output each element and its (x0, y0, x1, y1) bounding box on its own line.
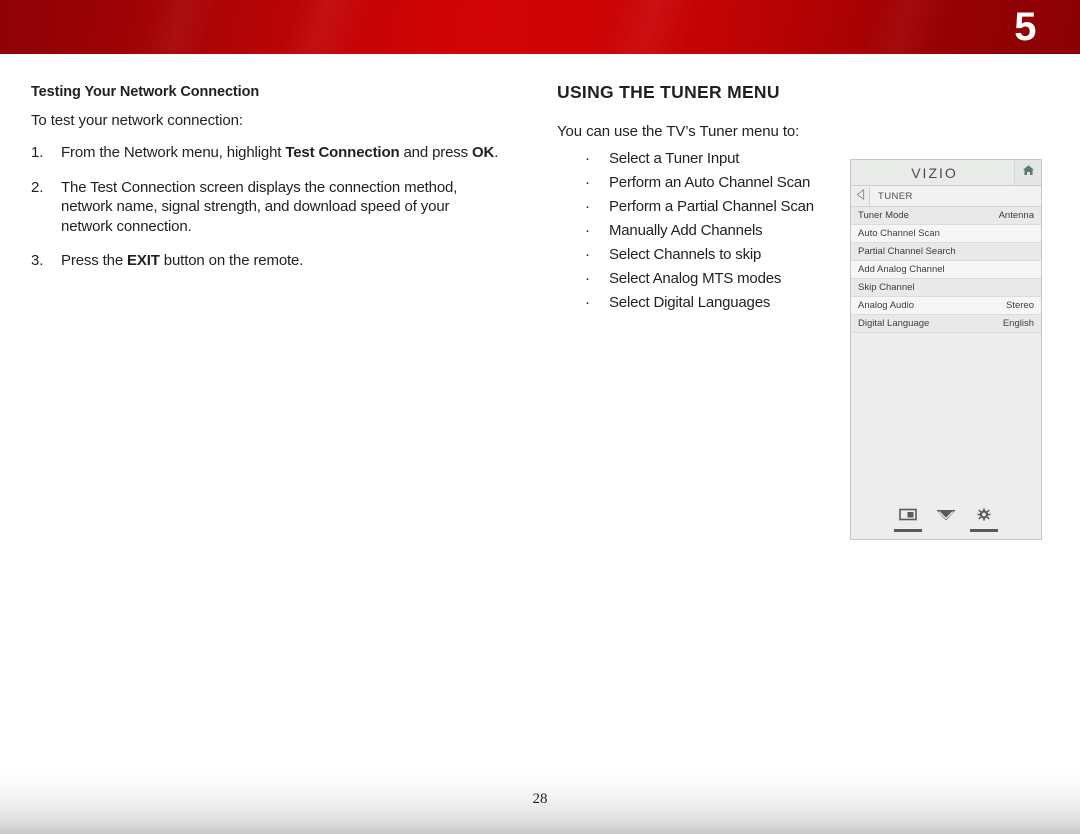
feature-list-item-label: Manually Add Channels (609, 222, 763, 239)
feature-bullet-list: · Select a Tuner Input · Perform an Auto Ch… (557, 147, 857, 315)
osd-menu-row-label: Add Analog Channel (858, 264, 945, 275)
feature-list-item: · Select a Tuner Input (557, 147, 857, 171)
osd-menu-row-label: Skip Channel (858, 282, 915, 293)
settings-button[interactable] (970, 508, 998, 532)
bullet-marker: · (585, 294, 590, 311)
osd-menu-rows: Tuner Mode Antenna Auto Channel Scan Partia… (851, 207, 1041, 333)
step-text: From the Network menu, highlight Test Co… (61, 144, 499, 161)
lead-paragraph: You can use the TV’s Tuner menu to: (557, 123, 800, 140)
feature-list-item: · Manually Add Channels (557, 219, 857, 243)
osd-menu-row[interactable]: Digital Language English (851, 315, 1041, 333)
feature-list-item-label: Select a Tuner Input (609, 150, 740, 167)
osd-menu-row-label: Partial Channel Search (858, 246, 956, 257)
feature-list-item: · Perform an Auto Channel Scan (557, 171, 857, 195)
osd-menu-row-label: Analog Audio (858, 300, 914, 311)
step-item: 1. From the Network menu, highlight Test … (31, 143, 501, 163)
feature-list-item-label: Select Analog MTS modes (609, 270, 782, 287)
osd-footer-toolbar (851, 501, 1041, 539)
feature-list-item-label: Perform an Auto Channel Scan (609, 174, 811, 191)
picture-mode-icon (898, 508, 918, 527)
step-number: 2. (31, 178, 44, 196)
osd-menu-row-label: Digital Language (858, 318, 930, 329)
step-item: 2. The Test Connection screen displays th… (31, 178, 501, 237)
osd-menu-row[interactable]: Skip Channel (851, 279, 1041, 297)
home-icon (1022, 164, 1035, 182)
chevron-double-down-icon (935, 508, 957, 528)
feature-list-item: · Perform a Partial Channel Scan (557, 195, 857, 219)
bullet-marker: · (585, 174, 590, 191)
osd-menu-row-label: Auto Channel Scan (858, 228, 940, 239)
picture-mode-underline (894, 529, 922, 532)
osd-breadcrumb: TUNER (851, 186, 1041, 207)
osd-menu-row-value: Stereo (1006, 300, 1034, 311)
osd-menu-row[interactable]: Tuner Mode Antenna (851, 207, 1041, 225)
chapter-number: 5 (1014, 5, 1036, 49)
osd-titlebar: VIZIO (851, 160, 1041, 186)
bullet-marker: · (585, 222, 590, 239)
step-item: 3. Press the EXIT button on the remote. (31, 251, 501, 271)
osd-menu-row[interactable]: Partial Channel Search (851, 243, 1041, 261)
bullet-marker: · (585, 198, 590, 215)
feature-list-item: · Select Digital Languages (557, 291, 857, 315)
right-content-column: USING THE TUNER MENU You can use the TV’… (557, 82, 857, 315)
left-content-column: Testing Your Network Connection To test … (31, 84, 501, 286)
vizio-logo: VIZIO (911, 164, 958, 181)
feature-list-item-label: Select Channels to skip (609, 246, 762, 263)
feature-list-item: · Select Channels to skip (557, 243, 857, 267)
step-number: 1. (31, 144, 44, 161)
breadcrumb: TUNER (878, 190, 913, 202)
feature-list-item-label: Perform a Partial Channel Scan (609, 198, 814, 215)
bullet-marker: · (585, 246, 590, 263)
back-arrow-icon (855, 187, 865, 205)
bullet-marker: · (585, 150, 590, 167)
intro-paragraph: To test your network connection: (31, 112, 243, 129)
section-subheading: Testing Your Network Connection (31, 84, 260, 100)
osd-menu-row-value: Antenna (998, 210, 1034, 221)
osd-menu-row-value: English (1002, 318, 1034, 329)
numbered-steps-list: 1. From the Network menu, highlight Test … (31, 143, 501, 271)
step-text: Press the EXIT button on the remote. (61, 252, 304, 269)
feature-list-item: · Select Analog MTS modes (557, 267, 857, 291)
bullet-marker: · (585, 270, 590, 287)
header-sheen-overlay (0, 0, 1080, 54)
osd-empty-area (851, 333, 1041, 523)
step-text: The Test Connection screen displays the … (61, 178, 458, 235)
osd-menu-row[interactable]: Analog Audio Stereo (851, 297, 1041, 315)
osd-menu-row-label: Tuner Mode (858, 210, 909, 221)
tv-osd-panel: VIZIO TUNER Tuner Mode Antenna Auto Channe… (850, 159, 1042, 540)
picture-mode-button[interactable] (894, 508, 922, 532)
osd-menu-row[interactable]: Auto Channel Scan (851, 225, 1041, 243)
osd-menu-row[interactable]: Add Analog Channel (851, 261, 1041, 279)
settings-underline (970, 529, 998, 532)
home-button[interactable] (1014, 160, 1041, 185)
page-number: 28 (532, 791, 548, 807)
back-button[interactable] (851, 186, 870, 206)
scroll-down-button[interactable] (932, 508, 960, 533)
step-number: 3. (31, 252, 44, 269)
chapter-header-band: 5 (0, 0, 1080, 54)
page-title: USING THE TUNER MENU (557, 82, 780, 102)
feature-list-item-label: Select Digital Languages (609, 294, 771, 311)
settings-gear-icon (976, 508, 992, 527)
